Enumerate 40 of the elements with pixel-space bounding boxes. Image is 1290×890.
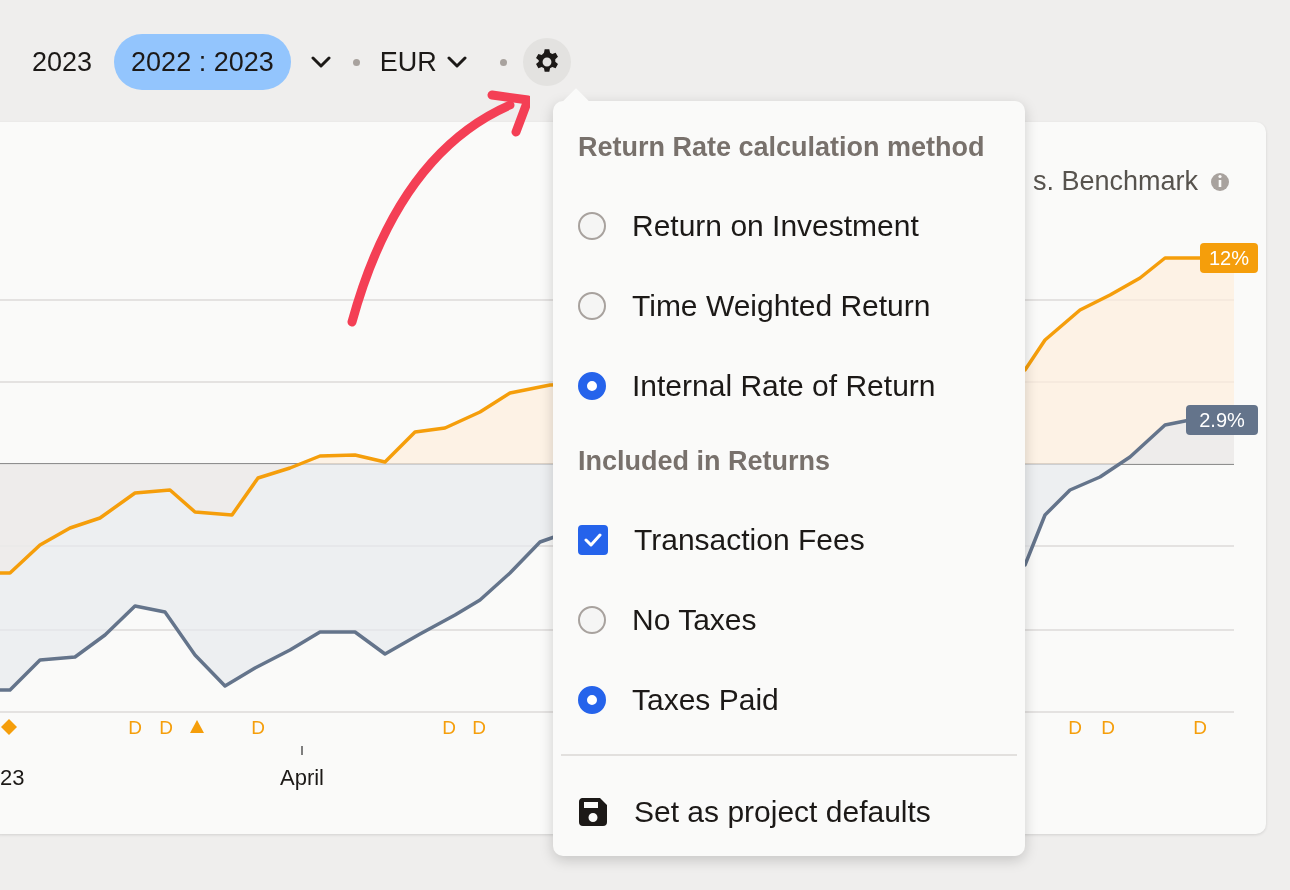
radio-button[interactable] xyxy=(578,686,606,714)
radio-button[interactable] xyxy=(578,372,606,400)
dividend-marker: D xyxy=(1101,717,1115,738)
separator-dot-icon xyxy=(352,58,360,66)
dividend-marker: D xyxy=(442,717,456,738)
dividend-marker: D xyxy=(1193,717,1207,738)
dividend-marker: D xyxy=(128,717,142,738)
radio-button[interactable] xyxy=(578,212,606,240)
value-badge: 2.9% xyxy=(1186,405,1258,435)
dividend-marker: D xyxy=(159,717,173,738)
axis-label: April xyxy=(280,765,324,790)
triangle-marker-icon xyxy=(190,720,204,733)
settings-button[interactable] xyxy=(522,38,571,86)
chart-title: s. Benchmark xyxy=(1032,166,1198,196)
dividend-marker: D xyxy=(251,717,265,738)
menu-option[interactable]: Return on Investment xyxy=(561,186,1017,266)
checkbox[interactable] xyxy=(578,525,608,555)
dividend-marker: D xyxy=(1068,717,1082,738)
range-option[interactable]: 2023 xyxy=(22,34,103,90)
menu-option[interactable]: Internal Rate of Return xyxy=(561,346,1017,426)
chevron-down-icon[interactable] xyxy=(310,56,331,68)
menu-option[interactable]: No Taxes xyxy=(561,580,1017,660)
separator-dot-icon xyxy=(499,58,507,66)
axis-label: 23 xyxy=(0,765,25,790)
radio-button[interactable] xyxy=(578,292,606,320)
diamond-marker-icon xyxy=(1,719,17,735)
menu-option[interactable]: Taxes Paid xyxy=(561,660,1017,740)
set-defaults-button[interactable]: Set as project defaults xyxy=(561,772,1017,852)
menu-option[interactable]: Transaction Fees xyxy=(561,500,1017,580)
checkmark-icon xyxy=(584,533,602,547)
dividend-marker: D xyxy=(472,717,486,738)
info-icon xyxy=(1211,173,1229,191)
currency-dropdown[interactable]: EUR xyxy=(379,46,467,78)
section-heading: Return Rate calculation method xyxy=(577,131,986,164)
menu-option[interactable]: Time Weighted Return xyxy=(561,266,1017,346)
radio-button[interactable] xyxy=(578,606,606,634)
value-badge: 12% xyxy=(1200,243,1258,273)
range-option[interactable]: 2022 : 2023 xyxy=(114,34,291,90)
chevron-down-icon xyxy=(446,56,467,68)
section-heading: Included in Returns xyxy=(577,445,832,478)
